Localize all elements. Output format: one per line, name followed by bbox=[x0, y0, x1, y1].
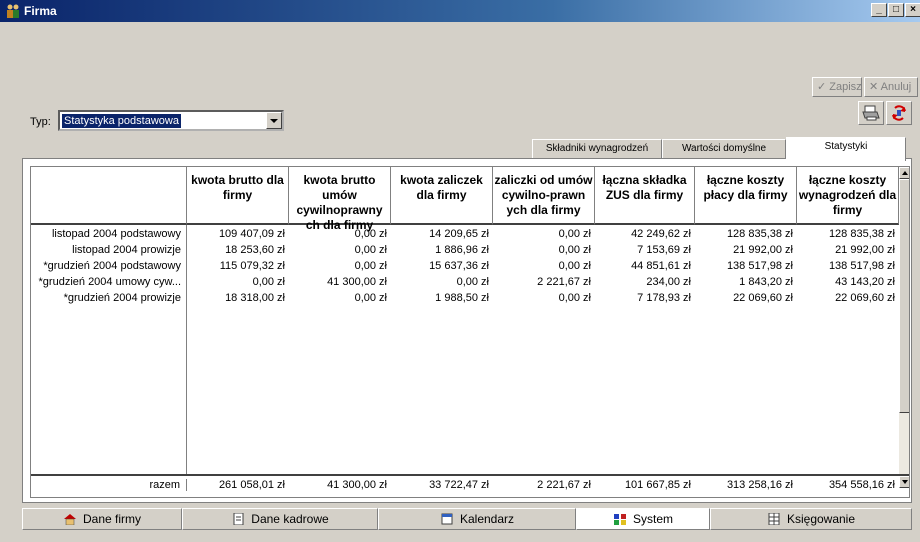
table-row-label: *grudzień 2004 podstawowy bbox=[43, 260, 181, 272]
total-label: razem bbox=[31, 479, 187, 491]
calendar-icon bbox=[441, 513, 453, 525]
scroll-thumb[interactable] bbox=[899, 179, 909, 413]
bottom-tab-label: System bbox=[632, 512, 673, 526]
table-cell: 21 992,00 zł bbox=[733, 244, 793, 256]
table-cell: 0,00 zł bbox=[252, 276, 285, 288]
table-row-label: listopad 2004 podstawowy bbox=[51, 228, 181, 240]
print-button[interactable] bbox=[858, 101, 884, 125]
table-cell: 1 886,96 zł bbox=[435, 244, 489, 256]
table-cell: 1 988,50 zł bbox=[435, 292, 489, 304]
bottom-tab-label: Księgowanie bbox=[786, 512, 856, 526]
refresh-icon bbox=[892, 105, 906, 121]
column-header-zaliczki-umow[interactable]: zaliczki od umów cywilno-prawn ych dla f… bbox=[493, 167, 595, 225]
tab-statystyki[interactable]: Statystyki bbox=[786, 137, 906, 161]
ledger-icon bbox=[768, 513, 780, 525]
table-cell: 44 851,61 zł bbox=[631, 260, 691, 272]
table-cell: 109 407,09 zł bbox=[218, 228, 285, 240]
document-icon bbox=[233, 513, 244, 525]
total-cell: 101 667,85 zł bbox=[624, 479, 691, 491]
table-cell: 128 835,38 zł bbox=[828, 228, 895, 240]
table-cell: 138 517,98 zł bbox=[726, 260, 793, 272]
tab-skladniki[interactable]: Składniki wynagrodzeń bbox=[532, 139, 662, 159]
total-cell: 313 258,16 zł bbox=[726, 479, 793, 491]
bottom-tab-dane-kadrowe[interactable]: Dane kadrowe bbox=[182, 508, 378, 530]
table-cell: 18 318,00 zł bbox=[225, 292, 285, 304]
table-cell: 43 143,20 zł bbox=[835, 276, 895, 288]
typ-select-value: Statystyka podstawowa bbox=[62, 114, 181, 128]
table-cell: 42 249,62 zł bbox=[631, 228, 691, 240]
scroll-up-button[interactable] bbox=[899, 167, 909, 179]
column-header-skladka-zus[interactable]: łączna składka ZUS dla firmy bbox=[595, 167, 695, 225]
table-cell: 22 069,60 zł bbox=[835, 292, 895, 304]
table-cell: 22 069,60 zł bbox=[733, 292, 793, 304]
table-cell: 115 079,32 zł bbox=[219, 260, 285, 272]
table-row-label: *grudzień 2004 umowy cyw... bbox=[38, 276, 181, 288]
table-cell: 0,00 zł bbox=[558, 244, 591, 256]
chevron-down-icon[interactable] bbox=[266, 112, 282, 129]
table-cell: 2 221,67 zł bbox=[537, 276, 591, 288]
bottom-tab-label: Kalendarz bbox=[459, 512, 515, 526]
total-row: razem 261 058,01 zł 41 300,00 zł 33 722,… bbox=[31, 474, 909, 496]
typ-label: Typ: bbox=[30, 116, 51, 128]
total-cell: 354 558,16 zł bbox=[828, 479, 895, 491]
table-cell: 21 992,00 zł bbox=[835, 244, 895, 256]
table-cell: 41 300,00 zł bbox=[327, 276, 387, 288]
table-row-label: listopad 2004 prowizje bbox=[72, 244, 181, 256]
column-header-kwota-brutto[interactable]: kwota brutto dla firmy bbox=[187, 167, 289, 225]
bottom-tab-label: Dane kadrowe bbox=[251, 512, 329, 526]
table-cell: 0,00 zł bbox=[558, 228, 591, 240]
total-cell: 261 058,01 zł bbox=[218, 479, 285, 491]
bottom-tab-ksiegowanie[interactable]: Księgowanie bbox=[710, 508, 912, 530]
total-cell: 2 221,67 zł bbox=[537, 479, 591, 491]
minimize-button[interactable]: _ bbox=[871, 3, 887, 17]
statistics-table[interactable]: kwota brutto dla firmy kwota brutto umów… bbox=[30, 166, 910, 498]
bottom-tab-dane-firmy[interactable]: Dane firmy bbox=[22, 508, 182, 530]
refresh-button[interactable] bbox=[886, 101, 912, 125]
people-icon bbox=[7, 4, 19, 18]
total-cell: 33 722,47 zł bbox=[429, 479, 489, 491]
printer-icon bbox=[862, 105, 880, 121]
house-icon bbox=[63, 514, 76, 525]
column-header-koszty-wynagrodzen[interactable]: łączne koszty wynagrodzeń dla firmy bbox=[797, 167, 899, 225]
title-bar: Firma _ □ × bbox=[0, 0, 920, 22]
tab-wartosci[interactable]: Wartości domyślne bbox=[662, 139, 786, 159]
typ-select[interactable]: Statystyka podstawowa bbox=[58, 110, 284, 131]
bottom-tab-label: Dane firmy bbox=[82, 512, 141, 526]
table-cell: 15 637,36 zł bbox=[429, 260, 489, 272]
window-title: Firma bbox=[24, 4, 57, 18]
save-button[interactable]: ✓ Zapisz bbox=[812, 77, 862, 97]
column-header-kwota-brutto-umow[interactable]: kwota brutto umów cywilnoprawny ch dla f… bbox=[289, 167, 391, 232]
table-cell: 7 178,93 zł bbox=[637, 292, 691, 304]
table-cell: 7 153,69 zł bbox=[637, 244, 691, 256]
table-cell: 138 517,98 zł bbox=[828, 260, 895, 272]
maximize-button[interactable]: □ bbox=[888, 3, 904, 17]
total-cell: 41 300,00 zł bbox=[327, 479, 387, 491]
vertical-scrollbar[interactable] bbox=[899, 167, 909, 474]
bottom-tab-kalendarz[interactable]: Kalendarz bbox=[378, 508, 576, 530]
table-cell: 18 253,60 zł bbox=[225, 244, 285, 256]
table-cell: 128 835,38 zł bbox=[726, 228, 793, 240]
table-cell: 0,00 zł bbox=[354, 292, 387, 304]
table-cell: 0,00 zł bbox=[558, 292, 591, 304]
table-cell: 0,00 zł bbox=[558, 260, 591, 272]
column-header-koszty-placy[interactable]: łączne koszty płacy dla firmy bbox=[695, 167, 797, 225]
bottom-tab-system[interactable]: System bbox=[576, 508, 710, 530]
table-row-label: *grudzień 2004 prowizje bbox=[63, 292, 181, 304]
column-header-label bbox=[31, 167, 187, 225]
system-icon bbox=[613, 514, 626, 525]
table-cell: 0,00 zł bbox=[354, 228, 387, 240]
table-cell: 1 843,20 zł bbox=[739, 276, 793, 288]
scroll-down-button[interactable] bbox=[899, 476, 909, 488]
table-cell: 14 209,65 zł bbox=[429, 228, 489, 240]
close-button[interactable]: × bbox=[905, 3, 920, 17]
cancel-button[interactable]: ✕ Anuluj bbox=[864, 77, 918, 97]
table-cell: 0,00 zł bbox=[354, 260, 387, 272]
table-cell: 234,00 zł bbox=[646, 276, 691, 288]
table-cell: 0,00 zł bbox=[456, 276, 489, 288]
column-header-kwota-zaliczek[interactable]: kwota zaliczek dla firmy bbox=[391, 167, 493, 225]
table-cell: 0,00 zł bbox=[354, 244, 387, 256]
